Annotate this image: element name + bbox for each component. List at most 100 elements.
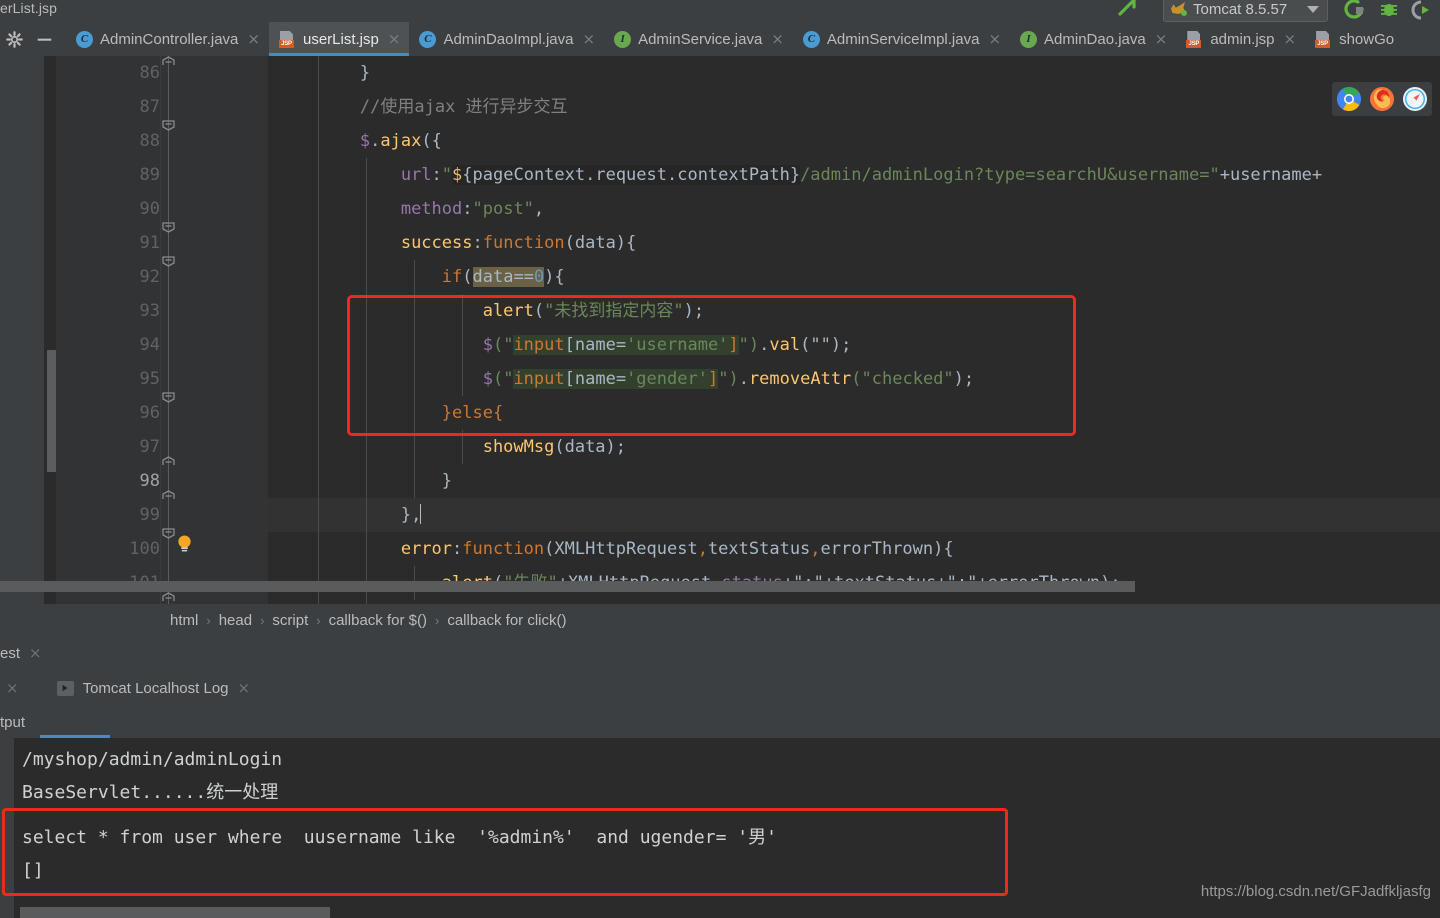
editor-tab-label: AdminController.java	[100, 30, 239, 48]
code-token: .	[738, 369, 749, 389]
code-token: ")	[718, 369, 739, 389]
breadcrumb: html › head › script › callback for $() …	[0, 604, 1440, 636]
code-line[interactable]: }else{	[268, 396, 1440, 430]
debug-icon[interactable]	[1378, 0, 1400, 21]
tool-window-tab-label: tput	[0, 713, 26, 731]
code-line[interactable]: method:"post",	[268, 192, 1440, 226]
code-token: method	[400, 199, 463, 219]
code-lines[interactable]: } //使用ajax 进行异步交互 $.ajax({ url:"${pageCo…	[268, 56, 1440, 604]
code-line[interactable]: error:function(XMLHttpRequest,textStatus…	[268, 532, 1440, 566]
code-token: errorThrown	[820, 539, 934, 559]
chrome-icon[interactable]	[1336, 87, 1361, 111]
editor-tab-adminserviceimpl[interactable]: C AdminServiceImpl.java ×	[793, 22, 1010, 56]
minimize-icon[interactable]	[36, 31, 53, 48]
close-icon[interactable]: ×	[1155, 31, 1168, 47]
fold-marker-icon[interactable]	[161, 490, 176, 505]
fold-marker-icon[interactable]	[161, 388, 176, 403]
tool-window-tab-test[interactable]: est ×	[0, 644, 42, 662]
code-line[interactable]: $.ajax({	[268, 124, 1440, 158]
code-line[interactable]: }	[268, 56, 1440, 90]
console-horizontal-scrollbar-thumb[interactable]	[20, 907, 330, 918]
code-token: },	[400, 505, 422, 525]
open-file-label: erList.jsp	[0, 0, 58, 16]
editor-tab-userlist-jsp[interactable]: JSP userList.jsp ×	[268, 22, 410, 56]
code-token: val	[769, 335, 801, 355]
editor-tabs: C AdminController.java × JSP userList.js…	[66, 22, 1440, 56]
editor-tab-label: AdminDaoImpl.java	[443, 30, 574, 48]
code-line[interactable]: //使用ajax 进行异步交互	[268, 90, 1440, 124]
settings-gear-icon[interactable]	[6, 30, 23, 48]
run-icon[interactable]	[1344, 0, 1366, 21]
close-icon[interactable]: ×	[29, 644, 42, 662]
code-line[interactable]: success:function(data){	[268, 226, 1440, 260]
editor-tab-showgo[interactable]: JSP showGo	[1305, 22, 1403, 56]
editor-left-rail	[0, 56, 44, 604]
fold-marker-icon[interactable]	[161, 456, 176, 471]
code-token: ")	[738, 335, 760, 355]
code-line[interactable]: }	[268, 464, 1440, 498]
jsp-file-icon: JSP	[1315, 30, 1332, 48]
code-token: {pageContext.request.contextPath}	[462, 165, 801, 185]
code-token: ("");	[800, 335, 852, 355]
code-token: function	[462, 539, 545, 559]
editor-tab-label: AdminDao.java	[1044, 30, 1146, 48]
tab-controls	[0, 22, 66, 56]
editor-tab-admindao[interactable]: I AdminDao.java ×	[1010, 22, 1176, 56]
close-icon[interactable]: ×	[247, 31, 260, 47]
navigation-arrow-icon	[1118, 0, 1136, 16]
firefox-icon[interactable]	[1369, 87, 1394, 111]
tool-window-tab-tomcat-localhost-log[interactable]: Tomcat Localhost Log ×	[56, 679, 251, 697]
chevron-right-icon: ›	[260, 612, 265, 628]
breadcrumb-item-html[interactable]: html	[170, 612, 198, 629]
intention-bulb-icon[interactable]	[176, 534, 193, 553]
code-token: .	[370, 131, 381, 151]
fold-marker-icon[interactable]	[161, 56, 176, 71]
close-icon[interactable]: ×	[388, 31, 401, 47]
tool-window-tab-label: Tomcat Localhost Log	[82, 679, 229, 697]
code-line-current[interactable]: },	[268, 498, 1440, 532]
fold-marker-icon[interactable]	[161, 592, 176, 604]
tool-window-tab-output[interactable]: tput	[0, 714, 25, 731]
code-token: [	[564, 369, 575, 389]
code-token: +username+	[1219, 165, 1323, 185]
code-editor[interactable]: 86 87 88 89 90 91 92 93 94 95 96 97 98 9…	[0, 56, 1440, 604]
vertical-scrollbar-thumb[interactable]	[47, 350, 56, 472]
close-icon[interactable]: ×	[583, 31, 596, 47]
code-line[interactable]: showMsg(data);	[268, 430, 1440, 464]
code-token: /admin/adminLogin?type=searchU&username=	[800, 165, 1210, 185]
code-line[interactable]: if(data==0){	[268, 260, 1440, 294]
editor-tab-admindaoimpl[interactable]: C AdminDaoImpl.java ×	[409, 22, 604, 56]
code-token: ]	[728, 335, 739, 355]
fold-marker-icon[interactable]	[161, 524, 176, 539]
close-icon[interactable]: ×	[6, 679, 19, 697]
fold-marker-icon[interactable]	[161, 252, 176, 267]
code-token: ,	[810, 539, 821, 559]
close-icon[interactable]: ×	[988, 31, 1001, 47]
breadcrumb-item-script[interactable]: script	[272, 612, 308, 629]
code-line[interactable]: url:"${pageContext.request.contextPath}/…	[268, 158, 1440, 192]
code-line[interactable]: alert("未找到指定内容");	[268, 294, 1440, 328]
editor-tab-adminservice[interactable]: I AdminService.java ×	[604, 22, 793, 56]
run-with-coverage-icon[interactable]	[1410, 0, 1432, 21]
editor-tab-admin-jsp[interactable]: JSP admin.jsp ×	[1176, 22, 1305, 56]
breadcrumb-item-callback-click[interactable]: callback for click()	[447, 612, 566, 629]
fold-marker-icon[interactable]	[161, 116, 176, 131]
horizontal-scrollbar-thumb[interactable]	[0, 581, 1135, 592]
code-line[interactable]: $("input[name='gender']").removeAttr("ch…	[268, 362, 1440, 396]
editor-tab-label: admin.jsp	[1210, 30, 1275, 48]
breadcrumb-item-callback-dollar[interactable]: callback for $()	[329, 612, 427, 629]
fold-marker-icon[interactable]	[161, 218, 176, 233]
editor-tab-admincontroller[interactable]: C AdminController.java ×	[66, 22, 269, 56]
fold-column	[151, 56, 187, 604]
console-line-sql: select * from user where uusername like …	[22, 827, 777, 848]
code-token: success	[400, 233, 473, 253]
close-icon[interactable]: ×	[771, 31, 784, 47]
run-configuration-selector[interactable]: Tomcat 8.5.57	[1163, 0, 1328, 22]
breadcrumb-item-head[interactable]: head	[219, 612, 252, 629]
close-icon[interactable]: ×	[1284, 31, 1297, 47]
close-icon[interactable]: ×	[238, 679, 251, 697]
tool-window-tab-row-3: tput	[0, 706, 1440, 738]
safari-icon[interactable]	[1403, 87, 1428, 111]
code-line[interactable]: $("input[name='username']").val("");	[268, 328, 1440, 362]
code-token: :	[431, 165, 442, 185]
